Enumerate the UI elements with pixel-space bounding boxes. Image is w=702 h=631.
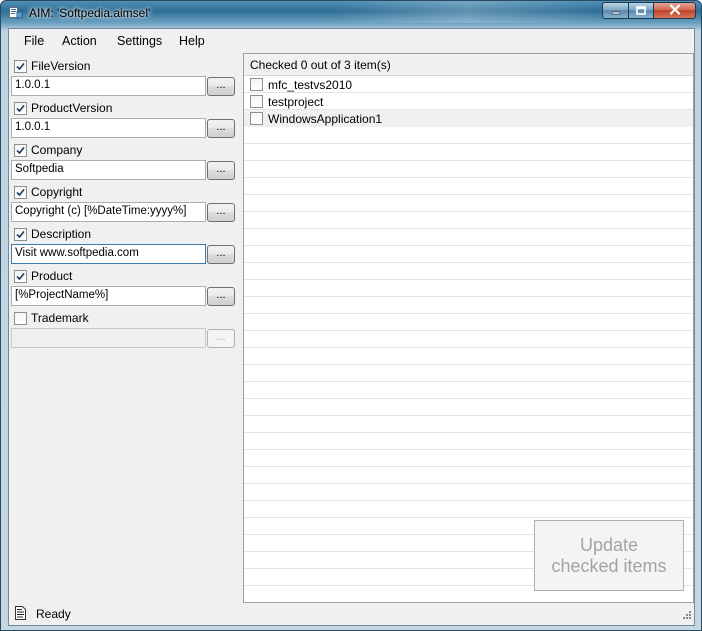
fileversion-label-text: FileVersion	[31, 59, 91, 73]
productversion-label-text: ProductVersion	[31, 101, 113, 115]
list-item-label: testproject	[268, 94, 324, 109]
update-button-line2: checked items	[551, 555, 667, 576]
trademark-input[interactable]	[11, 328, 206, 348]
update-checked-items-button[interactable]: Update checked items	[534, 520, 684, 591]
trademark-label-text: Trademark	[31, 311, 89, 325]
description-input[interactable]: Visit www.softpedia.com	[11, 244, 206, 264]
trademark-checkbox[interactable]	[14, 311, 27, 325]
fileversion-browse-button[interactable]: ...	[207, 77, 235, 96]
update-button-label: Update checked items	[551, 535, 666, 577]
minimize-icon	[611, 4, 621, 18]
window-title: AIM: 'Softpedia.aimsel'	[29, 6, 151, 20]
status-bar: Ready	[9, 603, 694, 625]
list-item-label: mfc_testvs2010	[268, 77, 353, 92]
resize-grip-icon[interactable]	[681, 609, 692, 623]
maximize-icon	[636, 4, 646, 18]
product-input[interactable]: [%ProjectName%]	[11, 286, 206, 306]
project-list-panel: Checked 0 out of 3 item(s) mfc_testvs201…	[243, 53, 694, 603]
field-product-label: Product	[14, 268, 72, 284]
menu-bar: File Action Settings Help	[9, 29, 694, 53]
client-area: File Action Settings Help FileVersion 1.…	[8, 28, 695, 626]
fileversion-checkbox[interactable]	[14, 59, 27, 73]
fileversion-input[interactable]: 1.0.0.1	[11, 76, 206, 96]
update-button-line1: Update	[579, 534, 639, 555]
list-item-checkbox[interactable]	[250, 112, 263, 125]
field-fileversion-label: FileVersion	[14, 58, 90, 74]
status-text: Ready	[36, 607, 71, 621]
copyright-checkbox[interactable]	[14, 185, 27, 199]
list-item-label: WindowsApplication1	[268, 111, 383, 126]
list-item-checkbox[interactable]	[250, 78, 263, 91]
close-icon	[669, 3, 681, 18]
trademark-browse-button[interactable]: ...	[207, 329, 235, 348]
field-productversion-label: ProductVersion	[14, 100, 112, 116]
description-label-text: Description	[31, 227, 92, 241]
menu-settings[interactable]: Settings	[117, 34, 162, 48]
product-label-text: Product	[31, 269, 73, 283]
copyright-browse-button[interactable]: ...	[207, 203, 235, 222]
menu-file[interactable]: File	[24, 34, 44, 48]
list-item-checkbox[interactable]	[250, 95, 263, 108]
field-copyright-label: Copyright	[14, 184, 82, 200]
close-button[interactable]	[653, 2, 696, 19]
app-icon[interactable]	[9, 6, 23, 19]
description-browse-button[interactable]: ...	[207, 245, 235, 264]
copyright-label-text: Copyright	[31, 185, 83, 199]
company-label-text: Company	[31, 143, 83, 157]
title-bar-gloss	[331, 1, 601, 23]
field-description-label: Description	[14, 226, 91, 242]
company-browse-button[interactable]: ...	[207, 161, 235, 180]
list-item[interactable]: WindowsApplication1	[244, 110, 693, 127]
list-item[interactable]: mfc_testvs2010	[244, 76, 693, 93]
product-browse-button[interactable]: ...	[207, 287, 235, 306]
minimize-button[interactable]	[602, 2, 628, 19]
list-item[interactable]: testproject	[244, 93, 693, 110]
product-checkbox[interactable]	[14, 269, 27, 283]
productversion-checkbox[interactable]	[14, 101, 27, 115]
productversion-browse-button[interactable]: ...	[207, 119, 235, 138]
menu-help[interactable]: Help	[179, 34, 205, 48]
caption-buttons	[602, 2, 696, 20]
maximize-button[interactable]	[628, 2, 653, 19]
checked-count-header: Checked 0 out of 3 item(s)	[244, 54, 693, 76]
title-bar[interactable]: AIM: 'Softpedia.aimsel'	[1, 1, 701, 25]
description-checkbox[interactable]	[14, 227, 27, 241]
version-fields-panel: FileVersion 1.0.0.1 ... ProductVersion 1…	[9, 53, 243, 602]
company-checkbox[interactable]	[14, 143, 27, 157]
productversion-input[interactable]: 1.0.0.1	[11, 118, 206, 138]
field-trademark-label: Trademark	[14, 310, 89, 326]
menu-action[interactable]: Action	[62, 34, 97, 48]
document-icon	[15, 606, 26, 623]
company-input[interactable]: Softpedia	[11, 160, 206, 180]
copyright-input[interactable]: Copyright (c) [%DateTime:yyyy%]	[11, 202, 206, 222]
field-company-label: Company	[14, 142, 82, 158]
app-window: AIM: 'Softpedia.aimsel' File Action Sett…	[0, 0, 702, 631]
